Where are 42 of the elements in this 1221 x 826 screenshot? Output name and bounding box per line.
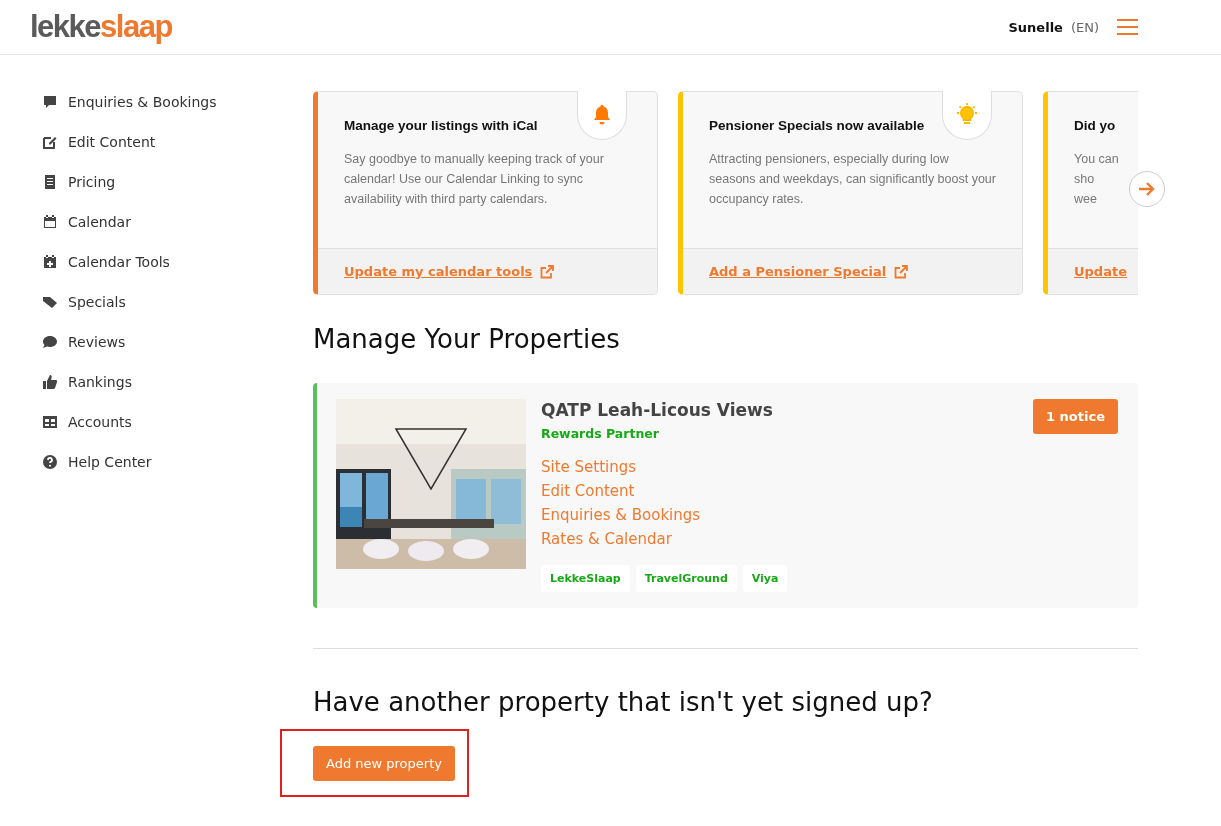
receipt-icon bbox=[42, 174, 58, 190]
channel-tag: TravelGround bbox=[635, 565, 737, 592]
sidebar-item[interactable]: Specials bbox=[42, 291, 313, 313]
sidebar-item[interactable]: Accounts bbox=[42, 411, 313, 433]
card-title: Did yo bbox=[1074, 118, 1117, 133]
calendar-icon bbox=[42, 214, 58, 230]
next-button[interactable] bbox=[1129, 171, 1165, 207]
thumbs-up-icon bbox=[42, 374, 58, 390]
user-name[interactable]: Sunelle bbox=[1008, 19, 1063, 35]
external-link-icon bbox=[894, 264, 909, 279]
bell-icon bbox=[592, 103, 612, 126]
section-heading: Manage Your Properties bbox=[313, 324, 621, 354]
card-text: Attracting pensioners, especially during low seasons and weekdays, can significantly boost your occupancy rates. bbox=[709, 151, 997, 208]
property-name: QATP Leah-Licous Views bbox=[541, 400, 774, 420]
card-title: Manage your listings with iCal bbox=[344, 118, 539, 133]
message-icon bbox=[42, 94, 58, 110]
language-selector[interactable]: (EN) bbox=[1070, 19, 1099, 35]
card-text: Say goodbye to manually keeping track of your calendar! Use our Calendar Linking to sync availability with third party calendars. bbox=[344, 151, 605, 208]
channel-tag: Viya bbox=[742, 565, 788, 592]
edit-icon bbox=[42, 134, 58, 150]
sidebar-item[interactable]: Edit Content bbox=[42, 131, 313, 153]
sidebar-item[interactable]: Calendar Tools bbox=[42, 251, 313, 273]
sidebar-item[interactable]: Reviews bbox=[42, 331, 313, 353]
calendar-plus-icon bbox=[42, 254, 58, 270]
menu-button[interactable] bbox=[1117, 19, 1138, 35]
sidebar-item[interactable]: Help Center bbox=[42, 451, 313, 473]
sidebar-item[interactable]: Rankings bbox=[42, 371, 313, 393]
comment-icon bbox=[42, 334, 58, 350]
sidebar-item[interactable]: Calendar bbox=[42, 211, 313, 233]
sidebar-item[interactable]: Pricing bbox=[42, 171, 313, 193]
external-link-icon bbox=[540, 264, 555, 279]
logo[interactable]: lekkeslaap bbox=[30, 9, 172, 45]
table-icon bbox=[42, 414, 58, 430]
question-icon bbox=[42, 454, 58, 470]
partner-label: Rewards Partner bbox=[541, 426, 660, 441]
arrow-right-icon bbox=[1138, 181, 1156, 197]
card-text: You can sho wee bbox=[1074, 151, 1120, 208]
card-title: Pensioner Specials now available bbox=[709, 118, 926, 133]
section-heading: Have another property that isn't yet signed up? bbox=[313, 687, 934, 717]
sidebar-item[interactable]: Enquiries & Bookings bbox=[42, 91, 313, 113]
tags-icon bbox=[42, 294, 58, 310]
channel-tag: LekkeSlaap bbox=[541, 565, 630, 592]
